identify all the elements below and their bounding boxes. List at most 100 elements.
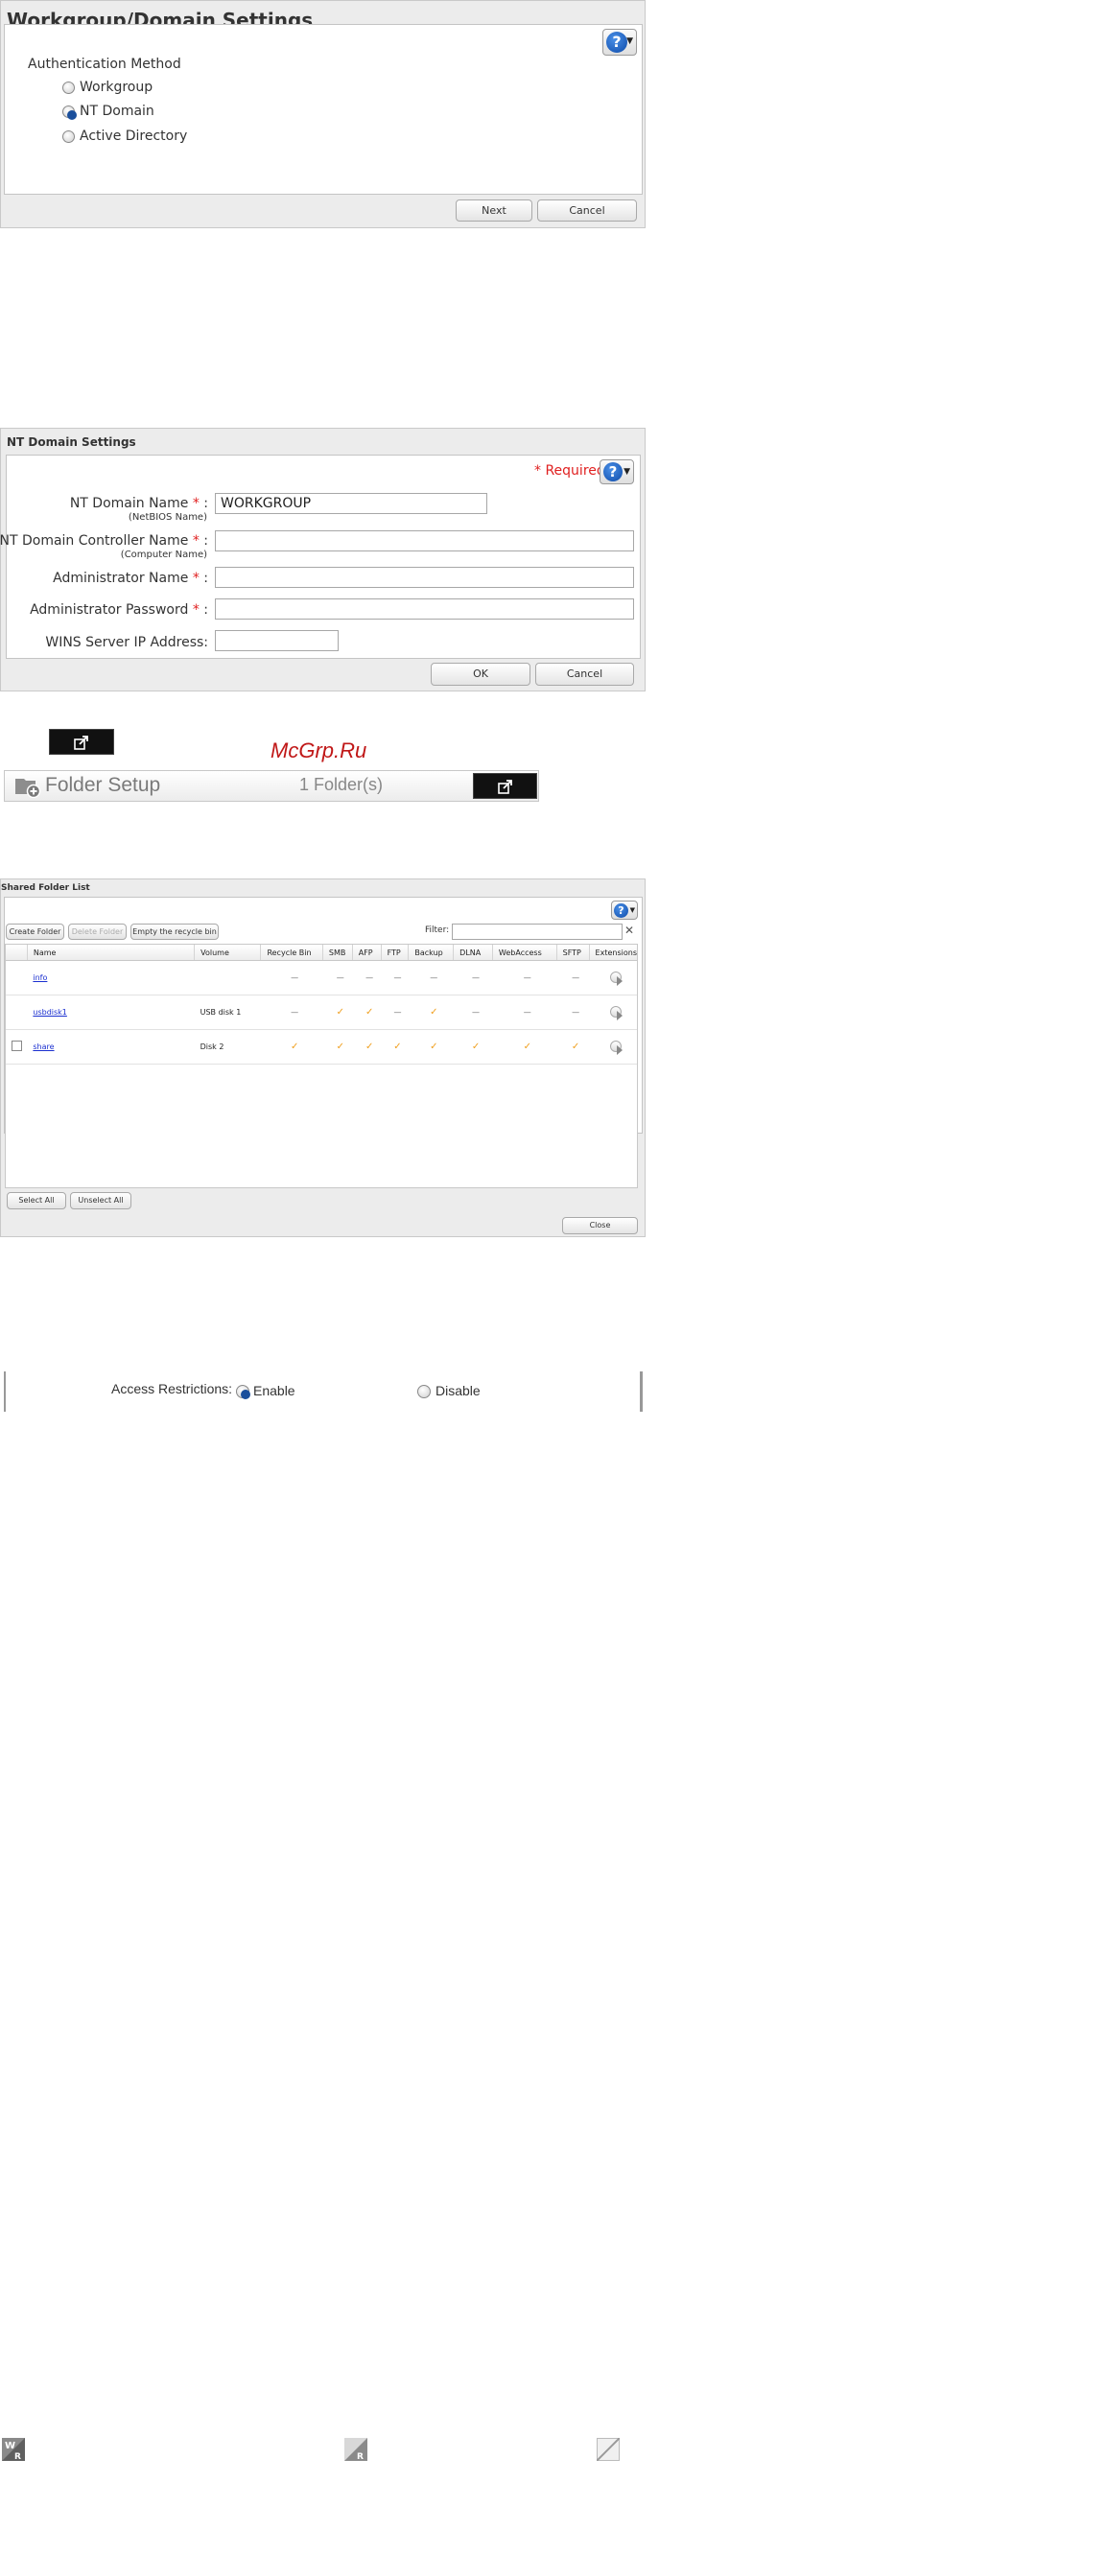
folder-setup-bar: Folder Setup 1 Folder(s) [4,770,539,802]
dialog-body [6,455,641,659]
folder-link-share[interactable]: share [33,1042,54,1051]
admin-name-label: Administrator Name * : [53,571,208,586]
help-icon: ? [614,903,628,918]
watermark-text: McGrp.Ru [271,738,367,762]
extensions-icon[interactable] [610,1005,624,1020]
folder-count: 1 Folder(s) [299,775,384,794]
smb-cell: — [322,960,353,995]
admin-name-input[interactable] [215,567,634,588]
help-button[interactable]: ? ▼ [600,459,634,484]
folder-link-info[interactable]: info [33,973,47,982]
sftp-cell: — [556,995,590,1030]
smb-cell: ✓ [322,995,353,1030]
active-directory-option-label[interactable]: Active Directory [80,129,187,144]
col-backup[interactable]: Backup [408,945,455,961]
col-dlna[interactable]: DLNA [453,945,493,961]
backup-cell: ✓ [408,995,454,1030]
chevron-down-icon: ▼ [626,36,633,46]
table-row[interactable]: usbdisk1 USB disk 1 — ✓ ✓ — ✓ — — — [6,995,637,1030]
cancel-button[interactable]: Cancel [537,199,637,222]
ftp-cell: — [381,995,409,1030]
nt-domain-name-input[interactable]: WORKGROUP [215,493,487,514]
wins-label: WINS Server IP Address: [45,635,208,650]
enable-label[interactable]: Enable [253,1383,295,1398]
svg-text:R: R [14,2452,21,2461]
backup-cell: — [408,960,454,995]
row-checkbox[interactable] [12,1041,22,1051]
unselect-all-button[interactable]: Unselect All [70,1192,131,1209]
afp-cell: — [352,960,382,995]
folder-table: Name Volume Recycle Bin SMB AFP FTP Back… [6,945,637,1065]
sftp-cell: — [556,960,590,995]
svg-text:W: W [5,2441,15,2451]
recycle-bin-cell: — [260,960,323,995]
nt-domain-option-label[interactable]: NT Domain [80,104,154,119]
write-read-permission-icon: WR [2,2438,25,2462]
read-permission-icon: R [344,2438,367,2462]
col-ftp[interactable]: FTP [381,945,410,961]
ok-button[interactable]: OK [431,663,530,686]
recycle-bin-cell: — [260,995,323,1030]
ftp-cell: ✓ [381,1029,409,1065]
external-link-icon [74,735,89,750]
select-all-button[interactable]: Select All [7,1192,66,1209]
help-button[interactable]: ? ▼ [602,29,637,56]
netbios-sublabel: (NetBIOS Name) [128,512,207,523]
delete-folder-button[interactable]: Delete Folder [68,924,127,940]
webaccess-cell: — [492,995,557,1030]
svg-text:R: R [357,2452,364,2461]
extensions-icon[interactable] [610,971,624,986]
dlna-cell: — [453,995,493,1030]
shared-folder-list-dialog: Shared Folder List ? ▼ Create Folder Del… [0,878,646,1237]
controller-name-input[interactable] [215,530,634,551]
folder-table-frame: Name Volume Recycle Bin SMB AFP FTP Back… [5,944,638,1188]
webaccess-cell: ✓ [492,1029,557,1065]
recycle-bin-cell: ✓ [260,1029,323,1065]
cancel-button[interactable]: Cancel [535,663,634,686]
open-external-button[interactable] [473,773,537,799]
afp-cell: ✓ [352,1029,382,1065]
workgroup-option-label[interactable]: Workgroup [80,80,153,95]
clear-filter-icon[interactable]: ✕ [624,924,634,937]
enable-radio[interactable] [236,1385,250,1399]
dlna-cell: ✓ [453,1029,493,1065]
workgroup-radio[interactable] [62,82,75,94]
volume-cell [194,960,261,995]
admin-password-input[interactable] [215,598,634,620]
col-afp[interactable]: AFP [352,945,382,961]
disable-radio[interactable] [417,1385,431,1398]
left-border-line [4,1371,6,1412]
col-smb[interactable]: SMB [322,945,353,961]
extensions-icon[interactable] [610,1040,624,1055]
filter-input[interactable] [452,924,623,940]
active-directory-radio[interactable] [62,130,75,143]
nt-domain-dialog: NT Domain Settings * Required ? ▼ NT Dom… [0,428,646,691]
empty-recycle-bin-button[interactable]: Empty the recycle bin [130,924,219,940]
admin-password-label: Administrator Password * : [30,602,208,618]
table-row[interactable]: share Disk 2 ✓ ✓ ✓ ✓ ✓ ✓ ✓ ✓ [6,1029,637,1065]
webaccess-cell: — [492,960,557,995]
col-sftp[interactable]: SFTP [556,945,590,961]
help-button[interactable]: ? ▼ [611,901,638,920]
col-extensions[interactable]: Extensions [589,945,637,961]
table-row[interactable]: info — — — — — — — — [6,960,637,995]
close-button[interactable]: Close [562,1217,638,1234]
col-recycle-bin[interactable]: Recycle Bin [260,945,323,961]
volume-cell: Disk 2 [194,1029,261,1065]
create-folder-button[interactable]: Create Folder [6,924,64,940]
nt-domain-radio[interactable] [62,105,77,120]
folder-link-usbdisk1[interactable]: usbdisk1 [33,1008,67,1017]
backup-cell: ✓ [408,1029,454,1065]
required-note: * Required [534,463,605,479]
open-external-button[interactable] [49,729,114,755]
next-button[interactable]: Next [456,199,532,222]
external-link-icon [498,779,513,794]
col-webaccess[interactable]: WebAccess [492,945,557,961]
access-restrictions-label: Access Restrictions: [111,1381,233,1396]
col-volume[interactable]: Volume [194,945,262,961]
computer-name-sublabel: (Computer Name) [120,550,207,560]
col-name[interactable]: Name [27,945,196,961]
wins-input[interactable] [215,630,339,651]
sftp-cell: ✓ [556,1029,590,1065]
disable-label[interactable]: Disable [435,1383,481,1398]
